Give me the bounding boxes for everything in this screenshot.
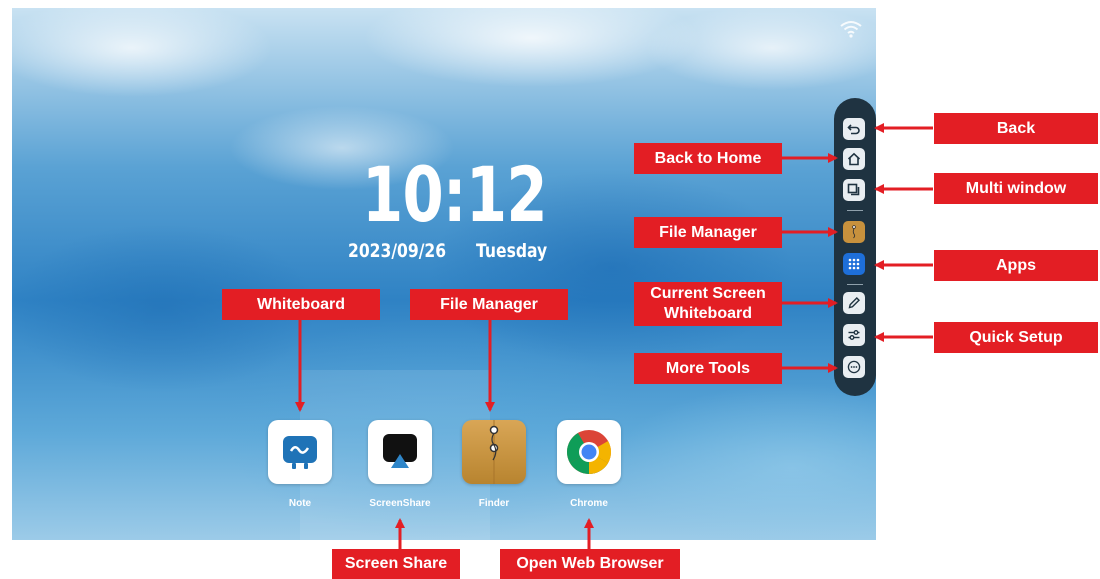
callout-back-to-home: Back to Home <box>634 143 782 174</box>
callout-whiteboard: Whiteboard <box>222 289 380 320</box>
callout-apps: Apps <box>934 250 1098 281</box>
callout-quick-setup: Quick Setup <box>934 322 1098 353</box>
callout-open-web-browser: Open Web Browser <box>500 549 680 579</box>
callout-line: Current Screen <box>650 285 766 302</box>
callout-line: Whiteboard <box>664 305 752 322</box>
callout-current-screen-whiteboard: Current Screen Whiteboard <box>634 282 782 326</box>
callout-screen-share: Screen Share <box>332 549 460 579</box>
callout-back: Back <box>934 113 1098 144</box>
callout-multi-window: Multi window <box>934 173 1098 204</box>
callout-file-manager-dock: File Manager <box>410 289 568 320</box>
callout-file-manager-sidebar: File Manager <box>634 217 782 248</box>
callout-more-tools: More Tools <box>634 353 782 384</box>
